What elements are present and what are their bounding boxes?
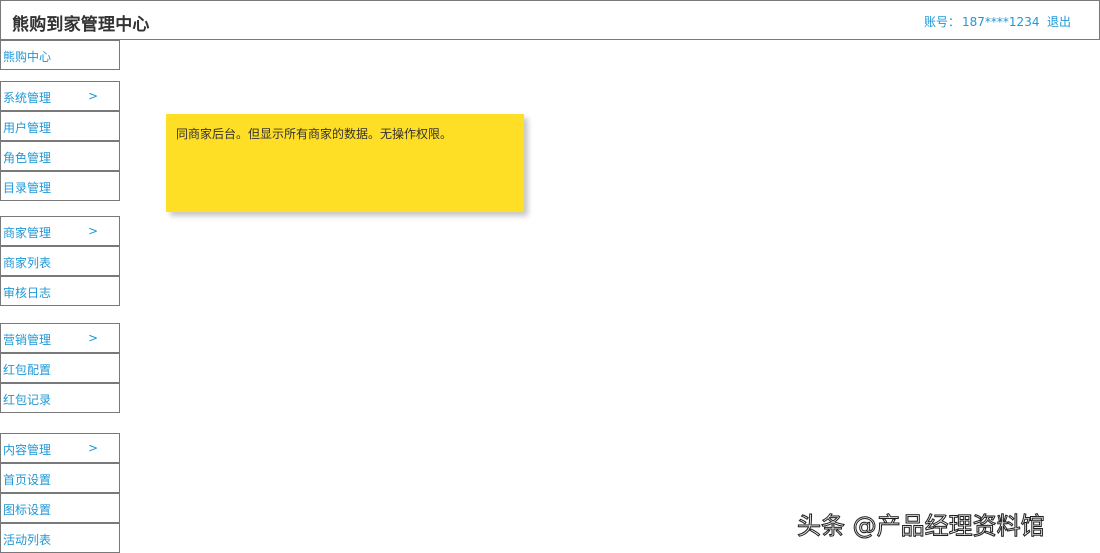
sidebar-group-marketing[interactable]: 营销管理 > xyxy=(0,323,120,353)
sidebar-item-label: 活动列表 xyxy=(3,533,52,547)
sidebar-item-roles[interactable]: 角色管理 xyxy=(0,141,120,171)
top-header: 熊购到家管理中心 账号： 187****1234 退出 xyxy=(0,0,1100,40)
sidebar-item-label: 商家列表 xyxy=(3,256,52,270)
watermark-text: 头条 @产品经理资料馆 xyxy=(797,512,1046,541)
sidebar-item-label: 熊购中心 xyxy=(3,50,52,64)
sidebar-item-redpacket-records[interactable]: 红包记录 xyxy=(0,383,120,413)
sidebar-group-content[interactable]: 内容管理 > xyxy=(0,433,120,463)
sidebar-item-label: 红包配置 xyxy=(3,363,52,377)
sidebar-item-audit-log[interactable]: 审核日志 xyxy=(0,276,120,306)
sidebar-group-label: 系统管理 xyxy=(3,91,52,105)
sidebar-item-label: 角色管理 xyxy=(3,151,52,165)
sidebar-item-label: 用户管理 xyxy=(3,121,52,135)
sidebar-item-label: 首页设置 xyxy=(3,473,52,487)
sidebar-item-homepage-settings[interactable]: 首页设置 xyxy=(0,463,120,493)
sidebar-item-icon-settings[interactable]: 图标设置 xyxy=(0,493,120,523)
sticky-note-text: 同商家后台。但显示所有商家的数据。无操作权限。 xyxy=(176,127,453,141)
chevron-right-icon: > xyxy=(88,441,99,455)
sticky-note: 同商家后台。但显示所有商家的数据。无操作权限。 xyxy=(166,114,524,212)
sidebar-item-merchant-list[interactable]: 商家列表 xyxy=(0,246,120,276)
logout-link[interactable]: 退出 xyxy=(1047,13,1071,30)
sidebar-group-label: 商家管理 xyxy=(3,226,52,240)
app-title: 熊购到家管理中心 xyxy=(12,15,150,35)
sidebar-group-label: 营销管理 xyxy=(3,333,52,347)
account-value: 187****1234 xyxy=(962,15,1040,29)
account-info: 账号： 187****1234 xyxy=(924,13,1039,30)
sidebar-item-label: 红包记录 xyxy=(3,393,52,407)
sidebar-group-merchants[interactable]: 商家管理 > xyxy=(0,216,120,246)
sidebar-item-label: 目录管理 xyxy=(3,181,52,195)
sidebar-item-label: 图标设置 xyxy=(3,503,52,517)
sidebar-item-activity-list[interactable]: 活动列表 xyxy=(0,523,120,553)
sidebar-item-users[interactable]: 用户管理 xyxy=(0,111,120,141)
chevron-right-icon: > xyxy=(88,331,99,345)
sidebar-item-catalog[interactable]: 目录管理 xyxy=(0,171,120,201)
sidebar-item-redpacket-config[interactable]: 红包配置 xyxy=(0,353,120,383)
sidebar-item-label: 审核日志 xyxy=(3,286,52,300)
account-label: 账号： xyxy=(924,15,961,29)
admin-page: 熊购到家管理中心 账号： 187****1234 退出 熊购中心 系统管理 > 用… xyxy=(0,0,1100,553)
chevron-right-icon: > xyxy=(88,224,99,238)
sidebar-group-system[interactable]: 系统管理 > xyxy=(0,81,120,111)
sidebar-group-label: 内容管理 xyxy=(3,443,52,457)
chevron-right-icon: > xyxy=(88,89,99,103)
sidebar-item-home[interactable]: 熊购中心 xyxy=(0,40,120,70)
